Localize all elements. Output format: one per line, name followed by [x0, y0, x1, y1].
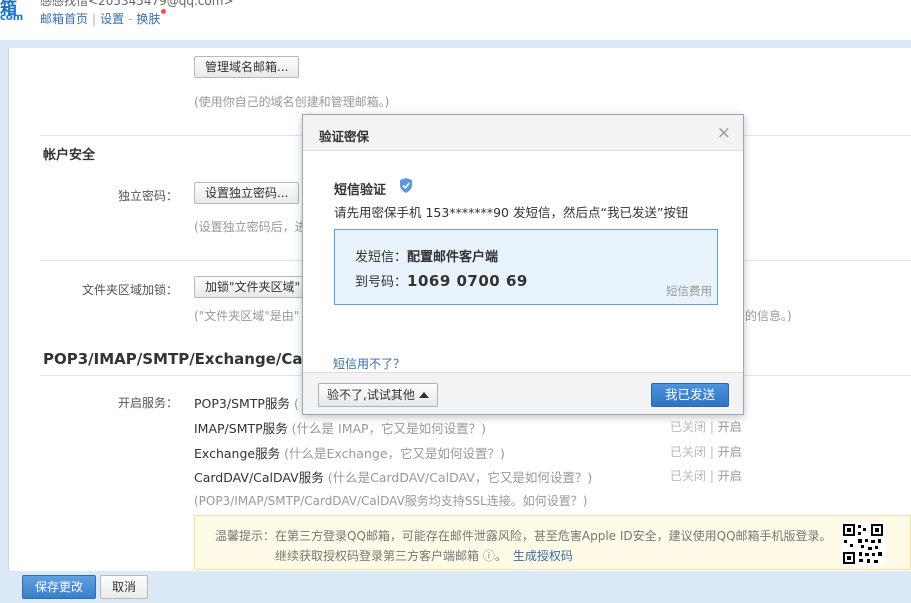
- folder-lock-button[interactable]: 加锁"文件夹区域": [194, 276, 304, 298]
- domain-hint: (使用你自己的域名创建和管理邮箱。): [194, 95, 390, 109]
- service-name: CardDAV/CalDAV服务: [194, 470, 324, 485]
- logo-sub: com: [0, 12, 24, 23]
- warning-tip: 温馨提示：在第三方登录QQ邮箱，可能存在邮件泄露风险，甚至危害Apple ID安…: [194, 515, 911, 570]
- enable-button[interactable]: 开启: [718, 445, 742, 459]
- try-other-button[interactable]: 验不了,试试其他: [318, 383, 438, 407]
- notification-dot: [161, 9, 167, 14]
- ssl-note: (POP3/IMAP/SMTP/CardDAV/CalDAV服务均支持SSL连接…: [194, 494, 588, 508]
- service-help-link[interactable]: (什么是Exchange，它又是如何设置？): [284, 446, 505, 461]
- sms-instruction: 请先用密保手机 153*******90 发短信，然后点“我已发送”按钮: [334, 205, 689, 220]
- link-settings[interactable]: 设置: [100, 12, 124, 26]
- service-exchange: Exchange服务 (什么是Exchange，它又是如何设置？): [194, 443, 505, 462]
- dialog-footer: 验不了,试试其他 我已发送: [303, 372, 743, 414]
- sms-verify-title: 短信验证: [334, 183, 387, 198]
- top-links: 邮箱首页 | 设置 - 换肤: [40, 9, 167, 27]
- section-title-security: 帐户安全: [43, 148, 96, 163]
- service-name: Exchange服务: [194, 446, 281, 461]
- generate-code-link[interactable]: 生成授权码: [513, 549, 573, 563]
- top-header: 箱 com 感感找惜<205345479@qq.com> 邮箱首页 | 设置 - 换肤: [0, 0, 911, 40]
- independent-password-hint: (设置独立密码后，进: [194, 220, 307, 234]
- tip-text-2: 继续获取授权码登录第三方客户端邮箱 ⓘ。 生成授权码: [275, 549, 573, 563]
- link-home[interactable]: 邮箱首页: [40, 12, 88, 26]
- folder-lock-label: 文件夹区域加锁：: [82, 283, 179, 297]
- sms-info-box: 发短信：配置邮件客户端 到号码：1069 0700 69 短信费用: [334, 229, 718, 305]
- cancel-button[interactable]: 取消: [100, 575, 148, 599]
- service-pop3: POP3/SMTP服务 (: [194, 393, 299, 412]
- service-name: POP3/SMTP服务: [194, 396, 290, 411]
- sms-number: 1069 0700 69: [407, 272, 528, 290]
- folder-lock-hint-end: 的信息。): [745, 309, 792, 323]
- shield-icon: [400, 178, 412, 193]
- service-status: 已关闭 | 开启: [670, 469, 742, 483]
- dialog-title: 验证密保: [319, 129, 370, 144]
- service-help-link[interactable]: (什么是CardDAV/CalDAV，它又是如何设置？): [328, 470, 592, 485]
- sms-fee-link[interactable]: 短信费用: [666, 283, 712, 299]
- set-independent-password-button[interactable]: 设置独立密码...: [194, 182, 300, 204]
- status-closed: 已关闭: [670, 420, 707, 434]
- service-status: 已关闭 | 开启: [670, 420, 742, 434]
- dialog-header: 验证密保 ×: [303, 115, 743, 151]
- verify-dialog: 验证密保 × 短信验证 请先用密保手机 153*******90 发短信，然后点…: [302, 114, 744, 415]
- i-have-sent-button[interactable]: 我已发送: [651, 383, 729, 407]
- sms-content: 配置邮件客户端: [407, 250, 499, 265]
- tip-text: 温馨提示：在第三方登录QQ邮箱，可能存在邮件泄露风险，甚至危害Apple ID安…: [215, 529, 832, 543]
- status-closed: 已关闭: [670, 469, 707, 483]
- status-closed: 已关闭: [670, 445, 707, 459]
- independent-password-label: 独立密码：: [118, 189, 179, 203]
- service-status: 已关闭 | 开启: [670, 445, 742, 459]
- user-account: 感感找惜<205345479@qq.com>: [40, 0, 234, 8]
- link-skin[interactable]: 换肤: [136, 12, 160, 26]
- manage-domain-button[interactable]: 管理域名邮箱...: [194, 56, 300, 78]
- enable-button[interactable]: 开启: [718, 420, 742, 434]
- section-title-pop: POP3/IMAP/SMTP/Exchange/Ca: [43, 350, 303, 368]
- sms-unavailable-link[interactable]: 短信用不了？: [333, 355, 405, 372]
- qr-code-icon: [841, 522, 885, 566]
- sms-number-row: 到号码：1069 0700 69: [355, 272, 528, 290]
- close-icon[interactable]: ×: [717, 123, 731, 143]
- folder-lock-hint: ("文件夹区域"是由": [194, 309, 300, 323]
- service-help-link[interactable]: (什么是 IMAP，它又是如何设置？): [292, 421, 486, 436]
- enable-button[interactable]: 开启: [718, 469, 742, 483]
- sms-content-row: 发短信：配置邮件客户端: [355, 250, 499, 265]
- caret-up-icon: [418, 392, 429, 398]
- enable-service-label: 开启服务：: [118, 396, 179, 410]
- service-carddav: CardDAV/CalDAV服务 (什么是CardDAV/CalDAV，它又是如…: [194, 467, 592, 486]
- service-imap: IMAP/SMTP服务 (什么是 IMAP，它又是如何设置？): [194, 418, 486, 437]
- service-name: IMAP/SMTP服务: [194, 421, 288, 436]
- service-help-link[interactable]: (: [294, 396, 299, 411]
- save-changes-button[interactable]: 保存更改: [22, 575, 96, 599]
